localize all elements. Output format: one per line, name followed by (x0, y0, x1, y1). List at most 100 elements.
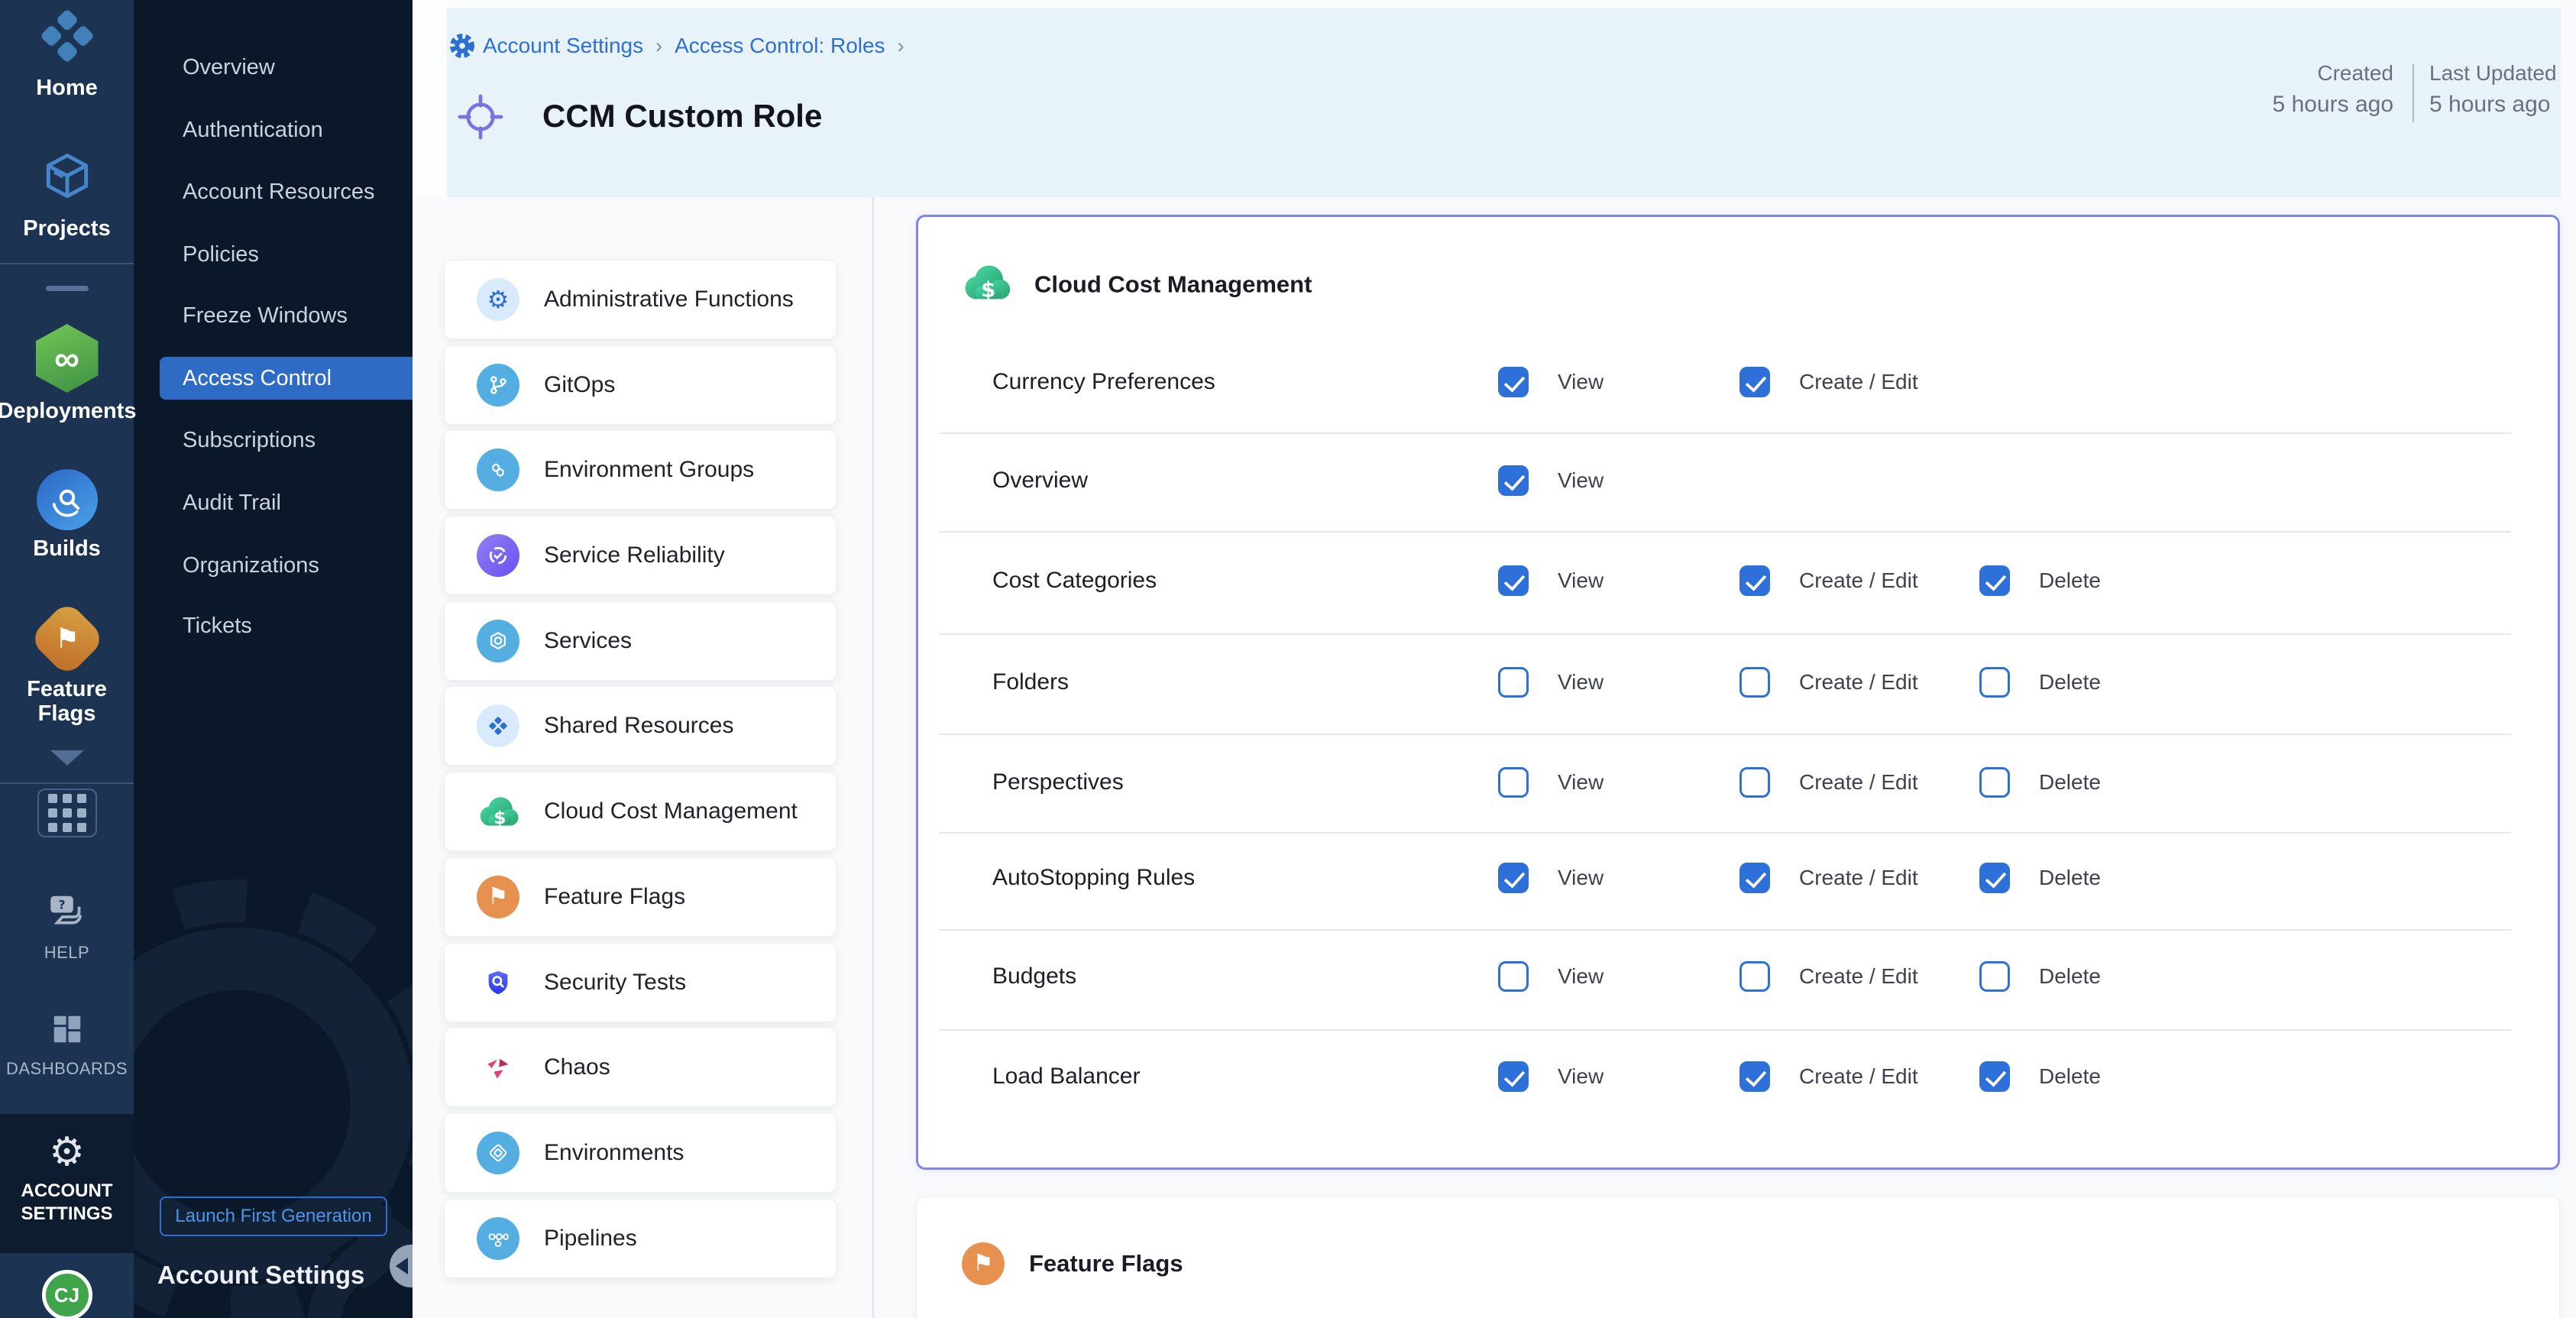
resource-card-security-tests[interactable]: Security Tests (444, 943, 837, 1022)
permission-create-edit-toggle[interactable]: Create / Edit (1739, 565, 1918, 596)
rail-label: DASHBOARDS (6, 1057, 128, 1081)
checkbox-icon[interactable] (1739, 863, 1770, 893)
checkbox-icon[interactable] (1739, 367, 1770, 397)
panel-header: $ Cloud Cost Management (961, 263, 1312, 306)
checkbox-icon[interactable] (1498, 767, 1529, 798)
checkbox-label: Create / Edit (1799, 866, 1918, 890)
rail-item-builds[interactable]: Builds (0, 469, 134, 561)
user-avatar[interactable]: CJ (0, 1270, 134, 1318)
launch-first-generation-button[interactable]: Launch First Generation (160, 1197, 387, 1236)
hexagons-icon (477, 449, 519, 491)
resource-card-chaos[interactable]: Chaos (444, 1028, 837, 1107)
checkbox-icon[interactable] (1739, 565, 1770, 596)
permission-view-toggle[interactable]: View (1498, 367, 1604, 397)
resource-card-feature-flags[interactable]: ⚑ Feature Flags (444, 857, 837, 937)
checkbox-icon[interactable] (1979, 767, 2010, 798)
rail-item-projects[interactable]: Projects (0, 148, 134, 241)
avatar[interactable]: CJ (42, 1270, 92, 1318)
collapse-nav-arrow-icon[interactable] (390, 1245, 413, 1287)
permission-view-toggle[interactable]: View (1498, 565, 1604, 596)
breadcrumb-link-roles[interactable]: Access Control: Roles (675, 34, 885, 58)
resource-card-environment-groups[interactable]: Environment Groups (444, 430, 837, 510)
checkbox-icon[interactable] (1979, 667, 2010, 698)
permission-view-toggle[interactable]: View (1498, 1061, 1604, 1092)
nav-scroll-down-chevron-icon[interactable] (50, 750, 84, 766)
subnav-item-freeze-windows[interactable]: Freeze Windows (160, 294, 413, 337)
permission-delete-toggle[interactable]: Delete (1979, 1061, 2101, 1092)
permission-create-edit-toggle[interactable]: Create / Edit (1739, 961, 1918, 992)
rail-label: SETTINGS (21, 1203, 112, 1226)
permission-delete-toggle[interactable]: Delete (1979, 961, 2101, 992)
permission-create-edit-toggle[interactable]: Create / Edit (1739, 367, 1918, 397)
resource-card-services[interactable]: Services (444, 601, 837, 681)
subnav-item-access-control[interactable]: Access Control (160, 357, 413, 400)
checkbox-icon[interactable] (1739, 1061, 1770, 1092)
rail-divider (0, 782, 134, 784)
checkbox-icon[interactable] (1498, 1061, 1529, 1092)
help-chat-icon: ? (46, 892, 89, 934)
chaos-triangles-icon (477, 1046, 519, 1089)
checkbox-label: Delete (2039, 1064, 2101, 1089)
rail-item-deployments[interactable]: ∞ Deployments (0, 324, 134, 423)
resource-card-pipelines[interactable]: Pipelines (444, 1199, 837, 1278)
permission-delete-toggle[interactable]: Delete (1979, 667, 2101, 698)
checkbox-icon[interactable] (1498, 465, 1529, 496)
permission-view-toggle[interactable]: View (1498, 863, 1604, 893)
checkbox-icon[interactable] (1979, 565, 2010, 596)
rail-label: Deployments (0, 399, 137, 423)
breadcrumb: Account Settings › Access Control: Roles… (483, 34, 905, 58)
checkbox-icon[interactable] (1739, 667, 1770, 698)
resource-card-environments[interactable]: Environments (444, 1113, 837, 1193)
checkbox-icon[interactable] (1498, 961, 1529, 992)
permission-name: Folders (992, 669, 1069, 695)
permission-create-edit-toggle[interactable]: Create / Edit (1739, 1061, 1918, 1092)
breadcrumb-gear-icon (449, 33, 475, 63)
resource-card-shared-resources[interactable]: Shared Resources (444, 686, 837, 766)
resource-card-service-reliability[interactable]: Service Reliability (444, 516, 837, 595)
subnav-item-authentication[interactable]: Authentication (160, 108, 413, 151)
checkbox-icon[interactable] (1979, 863, 2010, 893)
admin-gear-icon: ⚙ (477, 278, 519, 321)
permission-view-toggle[interactable]: View (1498, 767, 1604, 798)
rail-item-feature-flags[interactable]: ⚑ Feature Flags (0, 611, 134, 726)
checkbox-icon[interactable] (1979, 1061, 2010, 1092)
checkbox-icon[interactable] (1498, 565, 1529, 596)
permission-create-edit-toggle[interactable]: Create / Edit (1739, 863, 1918, 893)
resource-card-cloud-cost-management[interactable]: $ Cloud Cost Management (444, 772, 837, 851)
checkbox-icon[interactable] (1739, 961, 1770, 992)
checkbox-label: Create / Edit (1799, 1064, 1918, 1089)
subnav-item-audit-trail[interactable]: Audit Trail (160, 481, 413, 524)
checkbox-icon[interactable] (1498, 367, 1529, 397)
module-grid-button[interactable] (37, 789, 97, 837)
subnav-item-policies[interactable]: Policies (160, 233, 413, 276)
rail-item-dashboards[interactable]: DASHBOARDS (0, 1012, 134, 1081)
subnav-item-account-resources[interactable]: Account Resources (160, 170, 413, 213)
permission-view-toggle[interactable]: View (1498, 667, 1604, 698)
rail-item-account-settings[interactable]: ⚙ ACCOUNT SETTINGS (0, 1114, 134, 1253)
permission-delete-toggle[interactable]: Delete (1979, 767, 2101, 798)
permission-delete-toggle[interactable]: Delete (1979, 863, 2101, 893)
permission-create-edit-toggle[interactable]: Create / Edit (1739, 767, 1918, 798)
permission-create-edit-toggle[interactable]: Create / Edit (1739, 667, 1918, 698)
scrollbar-gutter[interactable] (2561, 0, 2576, 1318)
breadcrumb-link-account-settings[interactable]: Account Settings (483, 34, 643, 58)
subnav-item-overview[interactable]: Overview (160, 46, 413, 89)
permission-delete-toggle[interactable]: Delete (1979, 565, 2101, 596)
checkbox-label: Create / Edit (1799, 568, 1918, 593)
checkbox-icon[interactable] (1498, 667, 1529, 698)
checkbox-icon[interactable] (1979, 961, 2010, 992)
permission-view-toggle[interactable]: View (1498, 465, 1604, 496)
subnav-item-subscriptions[interactable]: Subscriptions (160, 419, 413, 461)
rail-item-help[interactable]: ? HELP (0, 892, 134, 965)
rail-item-home[interactable]: Home (0, 6, 134, 100)
feature-flags-flag-icon: ⚑ (28, 600, 106, 678)
resource-card-administrative-functions[interactable]: ⚙ Administrative Functions (444, 260, 837, 339)
resource-label: Security Tests (544, 970, 686, 996)
resource-card-gitops[interactable]: GitOps (444, 345, 837, 425)
permission-view-toggle[interactable]: View (1498, 961, 1604, 992)
checkbox-label: Delete (2039, 964, 2101, 989)
checkbox-icon[interactable] (1739, 767, 1770, 798)
checkbox-icon[interactable] (1498, 863, 1529, 893)
subnav-item-organizations[interactable]: Organizations (160, 544, 413, 587)
subnav-item-tickets[interactable]: Tickets (160, 604, 413, 647)
